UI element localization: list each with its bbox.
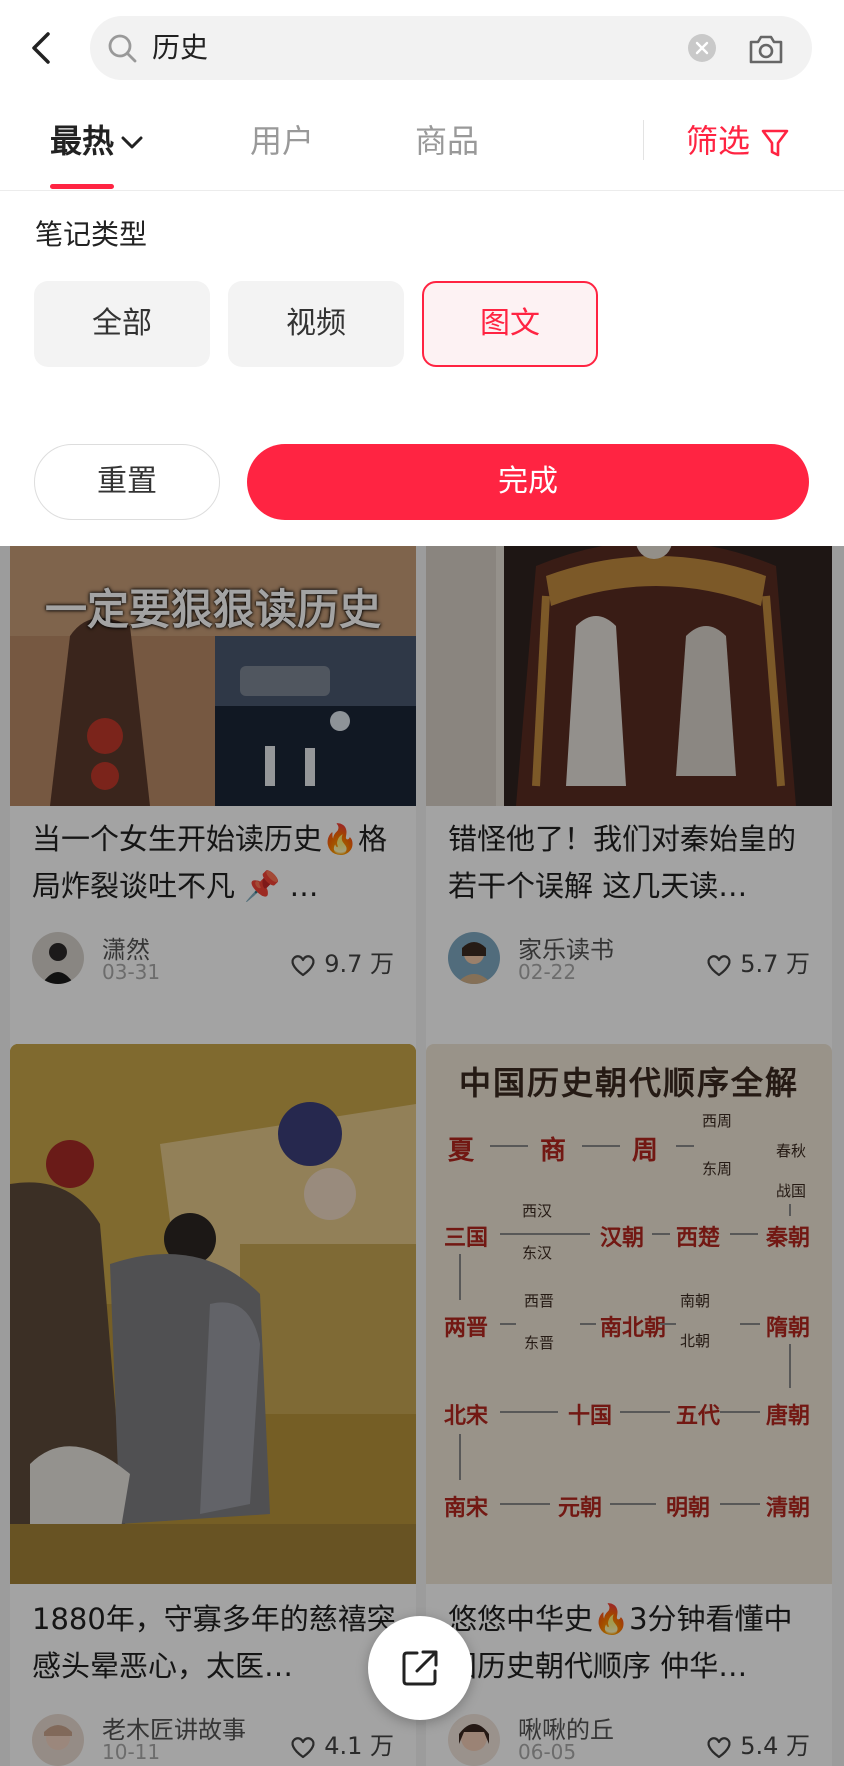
heart-icon <box>707 1737 731 1759</box>
reset-button[interactable]: 重置 <box>34 444 220 520</box>
avatar-image <box>448 932 500 984</box>
active-tab-indicator <box>50 184 114 189</box>
tab-users[interactable]: 用户 <box>250 96 314 186</box>
chip-video[interactable]: 视频 <box>228 281 404 367</box>
dynasty-grid: 夏 商 周 西周 东周 春秋 战国 秦朝 西楚 汉朝 西汉 东汉 三国 两晋 西… <box>440 1112 818 1574</box>
note-title: 当一个女生开始读历史🔥格局炸裂谈吐不凡 📌 … <box>32 822 388 903</box>
like-button[interactable]: 5.4 万 <box>706 1726 810 1761</box>
post-date: 10-11 <box>102 1740 161 1764</box>
top-bar: 历史 <box>0 0 844 96</box>
funnel-icon <box>761 129 789 157</box>
note-card[interactable]: 1880年，守寡多年的慈禧突感头晕恶心，太医… 老木匠讲故事 10-11 4.1… <box>10 1044 416 1766</box>
like-button[interactable]: 4.1 万 <box>290 1726 394 1761</box>
tab-goods[interactable]: 商品 <box>415 96 479 186</box>
chip-all[interactable]: 全部 <box>34 281 210 367</box>
dynasty-arrows <box>459 1145 791 1505</box>
back-button[interactable] <box>22 26 62 70</box>
done-button[interactable]: 完成 <box>247 444 809 520</box>
tab-divider <box>643 120 644 160</box>
notes-feed: 一定要狠狠读历史 当一个女生开始读历史🔥格局炸裂谈吐不凡 📌 … 潇然 03-3… <box>0 546 844 1766</box>
avatar[interactable] <box>448 1714 500 1766</box>
sort-tabs: 最热 用户 商品 筛选 <box>0 96 844 191</box>
cover-banner-text: 一定要狠狠读历史 <box>44 585 381 634</box>
avatar[interactable] <box>448 932 500 984</box>
avatar-image <box>32 932 84 984</box>
heart-icon <box>707 955 731 977</box>
note-card[interactable]: 中国历史朝代顺序全解 夏 商 周 西周 东周 春秋 战国 秦朝 西楚 汉朝 西汉… <box>426 1044 832 1766</box>
filter-label: 筛选 <box>686 122 751 160</box>
camera-icon[interactable] <box>746 30 786 68</box>
post-date: 06-05 <box>518 1740 577 1764</box>
note-title: 错怪他了！我们对秦始皇的若干个误解 这几天读… <box>448 822 797 903</box>
note-type-heading: 笔记类型 <box>35 218 148 251</box>
like-button[interactable]: 5.7 万 <box>706 944 810 979</box>
like-count: 9.7 万 <box>324 950 394 978</box>
like-button[interactable]: 9.7 万 <box>290 944 394 979</box>
search-query[interactable]: 历史 <box>152 16 208 80</box>
like-count: 5.4 万 <box>740 1732 810 1760</box>
avatar-image <box>32 1714 84 1766</box>
avatar-image <box>448 1714 500 1766</box>
search-bar[interactable]: 历史 <box>90 16 812 80</box>
heart-icon <box>291 1737 315 1759</box>
post-date: 02-22 <box>518 960 577 984</box>
tab-hot-label: 最热 <box>50 122 115 160</box>
note-title: 1880年，守寡多年的慈禧突感头晕恶心，太医… <box>32 1602 396 1683</box>
filter-panel: 笔记类型 全部 视频 图文 重置 完成 <box>0 191 844 546</box>
like-count: 5.7 万 <box>740 950 810 978</box>
dynasty-chart-title: 中国历史朝代顺序全解 <box>458 1064 799 1102</box>
search-icon <box>108 34 137 63</box>
tab-hot[interactable]: 最热 <box>50 96 144 186</box>
post-date: 03-31 <box>102 960 161 984</box>
chevron-down-icon <box>121 136 143 149</box>
share-icon <box>402 1650 438 1686</box>
note-cover-image: 中国历史朝代顺序全解 夏 商 周 西周 东周 春秋 战国 秦朝 西楚 汉朝 西汉… <box>426 1044 832 1584</box>
note-title: 悠悠中华史🔥3分钟看懂中国历史朝代顺序 仲华… <box>448 1602 793 1683</box>
like-count: 4.1 万 <box>324 1732 394 1760</box>
clear-icon[interactable] <box>687 33 717 63</box>
note-cover-image <box>10 1044 416 1584</box>
filter-button[interactable]: 筛选 <box>686 96 790 186</box>
chip-image-text[interactable]: 图文 <box>422 281 598 367</box>
avatar[interactable] <box>32 1714 84 1766</box>
share-button[interactable] <box>368 1616 472 1720</box>
heart-icon <box>291 955 315 977</box>
avatar[interactable] <box>32 932 84 984</box>
note-cover-image <box>426 546 832 806</box>
chevron-left-icon <box>32 32 50 64</box>
